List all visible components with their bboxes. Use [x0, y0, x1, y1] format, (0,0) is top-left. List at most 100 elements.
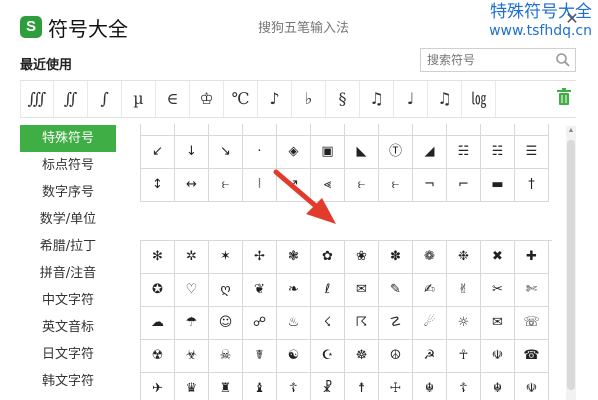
lower-symbol-cell[interactable]: ✄ [515, 274, 549, 307]
upper-symbol-cell[interactable]: ◣ [345, 136, 379, 169]
lower-symbol-cell[interactable]: ♡ [175, 274, 209, 307]
lower-symbol-cell[interactable]: ☺ [209, 307, 243, 340]
upper-symbol-cell[interactable]: † [515, 169, 549, 202]
lower-symbol-cell[interactable]: ✪ [141, 274, 175, 307]
lower-symbol-cell[interactable]: ☇ [311, 307, 345, 340]
lower-symbol-cell[interactable]: ☸ [345, 340, 379, 373]
upper-symbol-cell[interactable]: ☵ [447, 136, 481, 169]
lower-symbol-cell[interactable]: ✍ [413, 274, 447, 307]
category-phonetic[interactable]: 英文音标 [20, 314, 116, 341]
search-icon[interactable] [555, 52, 571, 68]
scrollbar-thumb[interactable] [567, 140, 575, 390]
lower-symbol-cell[interactable]: ☮ [379, 340, 413, 373]
lower-symbol-cell[interactable]: ✌ [447, 274, 481, 307]
lower-symbol-cell[interactable]: ❧ [277, 274, 311, 307]
upper-symbol-cell[interactable]: · [413, 124, 447, 136]
upper-symbol-cell[interactable]: ☵ [481, 136, 515, 169]
lower-symbol-cell[interactable]: ♛ [175, 373, 209, 400]
lower-symbol-cell[interactable]: ♝ [243, 373, 277, 400]
upper-symbol-cell[interactable]: ↘ [209, 136, 243, 169]
search-box[interactable] [420, 48, 576, 72]
upper-symbol-cell[interactable]: · [209, 124, 243, 136]
upper-symbol-cell[interactable]: ↔ [175, 169, 209, 202]
lower-symbol-cell[interactable]: ☨ [345, 373, 379, 400]
category-numbers[interactable]: 数字序号 [20, 179, 116, 206]
upper-symbol-cell[interactable]: · [345, 124, 379, 136]
lower-symbol-cell[interactable]: ♜ [209, 373, 243, 400]
lower-symbol-cell[interactable]: ☬ [413, 373, 447, 400]
lower-symbol-cell[interactable]: ✉ [481, 307, 515, 340]
upper-symbol-cell[interactable]: ▬ [481, 169, 515, 202]
lower-symbol-cell[interactable]: ☪ [311, 340, 345, 373]
category-pinyin[interactable]: 拼音/注音 [20, 260, 116, 287]
recent-symbol[interactable]: ∬ [54, 81, 88, 117]
lower-symbol-cell[interactable]: ✲ [175, 241, 209, 274]
category-japanese[interactable]: 日文字符 [20, 341, 116, 368]
lower-symbol-cell[interactable]: ☠ [209, 340, 243, 373]
upper-symbol-cell[interactable]: ↗ [277, 169, 311, 202]
lower-symbol-cell[interactable]: ✶ [209, 241, 243, 274]
lower-symbol-cell[interactable]: ☣ [175, 340, 209, 373]
upper-symbol-cell[interactable]: · [379, 124, 413, 136]
lower-symbol-cell[interactable]: ✂ [481, 274, 515, 307]
upper-symbol-cell[interactable]: · [141, 124, 175, 136]
upper-symbol-cell[interactable]: ◢ [413, 136, 447, 169]
category-korean[interactable]: 韩文字符 [20, 368, 116, 395]
lower-symbol-cell[interactable]: ☧ [311, 373, 345, 400]
upper-symbol-cell[interactable]: · [311, 124, 345, 136]
upper-symbol-cell[interactable]: ↓ [175, 136, 209, 169]
upper-symbol-cell[interactable]: Ⓣ [379, 136, 413, 169]
lower-symbol-cell[interactable]: ☫ [515, 373, 549, 400]
lower-symbol-cell[interactable]: ✻ [141, 241, 175, 274]
lower-symbol-cell[interactable]: ☈ [345, 307, 379, 340]
recent-symbol[interactable]: ♫ [360, 81, 394, 117]
scroll-up-icon[interactable]: ▲ [566, 126, 576, 136]
lower-symbol-cell[interactable]: ☯ [277, 340, 311, 373]
category-greek-latin[interactable]: 希腊/拉丁 [20, 233, 116, 260]
lower-symbol-cell[interactable]: ☍ [243, 307, 277, 340]
category-math-units[interactable]: 数学/单位 [20, 206, 116, 233]
lower-symbol-cell[interactable]: ☢ [141, 340, 175, 373]
lower-symbol-cell[interactable]: ❃ [277, 241, 311, 274]
lower-symbol-cell[interactable]: ☩ [379, 373, 413, 400]
lower-symbol-cell[interactable]: ♨ [277, 307, 311, 340]
lower-symbol-cell[interactable]: ☏ [515, 307, 549, 340]
lower-symbol-cell[interactable]: ✈ [141, 373, 175, 400]
upper-symbol-cell[interactable]: ⥼ [209, 169, 243, 202]
lower-symbol-cell[interactable]: ✿ [311, 241, 345, 274]
upper-symbol-cell[interactable]: · [447, 124, 481, 136]
recent-symbol[interactable]: § [326, 81, 360, 117]
upper-symbol-cell[interactable]: ⥼ [345, 169, 379, 202]
upper-symbol-cell[interactable]: ☰ [515, 136, 549, 169]
lower-symbol-cell[interactable]: ✽ [379, 241, 413, 274]
lower-symbol-cell[interactable]: ✉ [345, 274, 379, 307]
upper-symbol-cell[interactable]: ▣ [311, 136, 345, 169]
recent-symbol[interactable]: ♩ [394, 81, 428, 117]
lower-symbol-cell[interactable]: ☂ [175, 307, 209, 340]
lower-symbol-cell[interactable]: ☫ [481, 340, 515, 373]
lower-symbol-cell[interactable]: ☡ [379, 307, 413, 340]
lower-symbol-cell[interactable]: ❀ [345, 241, 379, 274]
category-chinese[interactable]: 中文字符 [20, 287, 116, 314]
lower-symbol-cell[interactable]: ☤ [243, 340, 277, 373]
upper-symbol-cell[interactable]: · [243, 136, 277, 169]
lower-symbol-cell[interactable]: ✢ [243, 241, 277, 274]
upper-symbol-cell[interactable]: · [277, 124, 311, 136]
category-punctuation[interactable]: 标点符号 [20, 152, 116, 179]
lower-symbol-cell[interactable]: ☼ [447, 307, 481, 340]
upper-symbol-cell[interactable]: ◈ [277, 136, 311, 169]
recent-symbol[interactable]: ∭ [20, 81, 54, 117]
upper-symbol-cell[interactable]: ↕ [141, 169, 175, 202]
lower-symbol-cell[interactable]: ☄ [413, 307, 447, 340]
lower-symbol-cell[interactable]: ☎ [515, 340, 549, 373]
lower-symbol-cell[interactable]: ☥ [447, 340, 481, 373]
lower-symbol-cell[interactable]: ❦ [243, 274, 277, 307]
upper-symbol-cell[interactable]: ⌐ [447, 169, 481, 202]
upper-symbol-cell[interactable]: · [243, 124, 277, 136]
lower-symbol-cell[interactable]: ☭ [413, 340, 447, 373]
lower-symbol-cell[interactable]: ✚ [515, 241, 549, 274]
recent-symbol[interactable]: ♫ [428, 81, 462, 117]
lower-symbol-cell[interactable]: ❉ [447, 241, 481, 274]
upper-symbol-cell[interactable]: ⥼ [379, 169, 413, 202]
upper-symbol-cell[interactable]: ⪡ [311, 169, 345, 202]
